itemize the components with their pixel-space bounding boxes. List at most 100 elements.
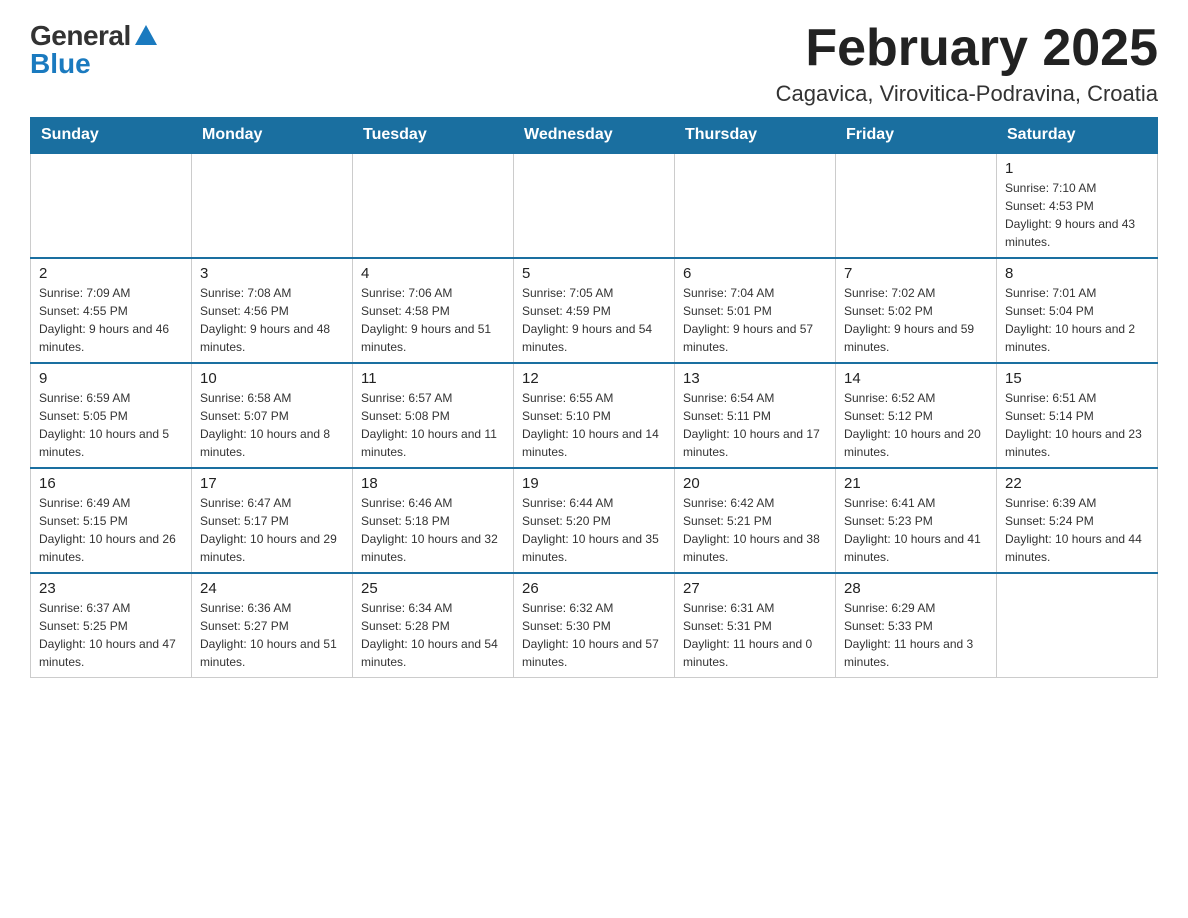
weekday-header-saturday: Saturday <box>997 118 1158 154</box>
page-header: General Blue February 2025 Cagavica, Vir… <box>30 20 1158 107</box>
day-number: 15 <box>1005 370 1149 387</box>
day-info: Sunrise: 6:47 AM Sunset: 5:17 PM Dayligh… <box>200 494 344 566</box>
day-info: Sunrise: 6:59 AM Sunset: 5:05 PM Dayligh… <box>39 389 183 461</box>
calendar-cell <box>997 573 1158 678</box>
calendar-cell: 14Sunrise: 6:52 AM Sunset: 5:12 PM Dayli… <box>836 363 997 468</box>
calendar-cell: 2 Sunrise: 7:09 AM Sunset: 4:55 PM Daylig… <box>31 258 192 363</box>
day-info: Sunrise: 6:42 AM Sunset: 5:21 PM Dayligh… <box>683 494 827 566</box>
weekday-header-monday: Monday <box>192 118 353 154</box>
day-info: Sunrise: 6:36 AM Sunset: 5:27 PM Dayligh… <box>200 599 344 671</box>
calendar-cell: 4 Sunrise: 7:06 AM Sunset: 4:58 PM Daylig… <box>353 258 514 363</box>
day-info: Sunrise: 6:41 AM Sunset: 5:23 PM Dayligh… <box>844 494 988 566</box>
day-number: 16 <box>39 475 183 492</box>
calendar-cell: 21 Sunrise: 6:41 AM Sunset: 5:23 PM Dayli… <box>836 468 997 573</box>
calendar-cell: 9 Sunrise: 6:59 AM Sunset: 5:05 PM Daylig… <box>31 363 192 468</box>
calendar-cell <box>514 153 675 258</box>
day-number: 12 <box>522 370 666 387</box>
logo-blue-text: Blue <box>30 48 91 80</box>
day-info: Sunrise: 7:01 AM Sunset: 5:04 PM Dayligh… <box>1005 284 1149 356</box>
day-number: 18 <box>361 475 505 492</box>
day-info: Sunrise: 6:31 AM Sunset: 5:31 PM Dayligh… <box>683 599 827 671</box>
day-info: Sunrise: 7:05 AM Sunset: 4:59 PM Dayligh… <box>522 284 666 356</box>
day-number: 2 <box>39 265 183 282</box>
calendar-week-row: 23 Sunrise: 6:37 AM Sunset: 5:25 PM Dayli… <box>31 573 1158 678</box>
day-number: 28 <box>844 580 988 597</box>
calendar-cell: 18 Sunrise: 6:46 AM Sunset: 5:18 PM Dayli… <box>353 468 514 573</box>
calendar-cell: 24 Sunrise: 6:36 AM Sunset: 5:27 PM Dayli… <box>192 573 353 678</box>
calendar-cell: 1 Sunrise: 7:10 AM Sunset: 4:53 PM Daylig… <box>997 153 1158 258</box>
calendar-cell: 7Sunrise: 7:02 AM Sunset: 5:02 PM Daylig… <box>836 258 997 363</box>
calendar-week-row: 9 Sunrise: 6:59 AM Sunset: 5:05 PM Daylig… <box>31 363 1158 468</box>
day-number: 20 <box>683 475 827 492</box>
day-info: Sunrise: 6:55 AM Sunset: 5:10 PM Dayligh… <box>522 389 666 461</box>
day-number: 21 <box>844 475 988 492</box>
calendar-cell: 16 Sunrise: 6:49 AM Sunset: 5:15 PM Dayli… <box>31 468 192 573</box>
day-number: 26 <box>522 580 666 597</box>
day-info: Sunrise: 7:08 AM Sunset: 4:56 PM Dayligh… <box>200 284 344 356</box>
day-number: 8 <box>1005 265 1149 282</box>
day-info: Sunrise: 7:09 AM Sunset: 4:55 PM Dayligh… <box>39 284 183 356</box>
weekday-header-sunday: Sunday <box>31 118 192 154</box>
day-info: Sunrise: 6:49 AM Sunset: 5:15 PM Dayligh… <box>39 494 183 566</box>
day-info: Sunrise: 6:57 AM Sunset: 5:08 PM Dayligh… <box>361 389 505 461</box>
day-number: 13 <box>683 370 827 387</box>
weekday-header-row: SundayMondayTuesdayWednesdayThursdayFrid… <box>31 118 1158 154</box>
title-block: February 2025 Cagavica, Virovitica-Podra… <box>776 20 1158 107</box>
day-info: Sunrise: 6:39 AM Sunset: 5:24 PM Dayligh… <box>1005 494 1149 566</box>
day-info: Sunrise: 6:58 AM Sunset: 5:07 PM Dayligh… <box>200 389 344 461</box>
day-info: Sunrise: 7:06 AM Sunset: 4:58 PM Dayligh… <box>361 284 505 356</box>
weekday-header-thursday: Thursday <box>675 118 836 154</box>
day-info: Sunrise: 6:37 AM Sunset: 5:25 PM Dayligh… <box>39 599 183 671</box>
calendar-cell: 12 Sunrise: 6:55 AM Sunset: 5:10 PM Dayli… <box>514 363 675 468</box>
location-subtitle: Cagavica, Virovitica-Podravina, Croatia <box>776 81 1158 107</box>
calendar-cell <box>353 153 514 258</box>
day-number: 5 <box>522 265 666 282</box>
calendar-cell <box>675 153 836 258</box>
day-info: Sunrise: 6:34 AM Sunset: 5:28 PM Dayligh… <box>361 599 505 671</box>
calendar-cell: 13 Sunrise: 6:54 AM Sunset: 5:11 PM Dayli… <box>675 363 836 468</box>
day-number: 10 <box>200 370 344 387</box>
month-year-title: February 2025 <box>776 20 1158 77</box>
day-number: 7 <box>844 265 988 282</box>
day-number: 9 <box>39 370 183 387</box>
calendar-cell: 11Sunrise: 6:57 AM Sunset: 5:08 PM Dayli… <box>353 363 514 468</box>
calendar-cell: 15 Sunrise: 6:51 AM Sunset: 5:14 PM Dayli… <box>997 363 1158 468</box>
calendar-cell: 19Sunrise: 6:44 AM Sunset: 5:20 PM Dayli… <box>514 468 675 573</box>
day-number: 23 <box>39 580 183 597</box>
day-info: Sunrise: 7:10 AM Sunset: 4:53 PM Dayligh… <box>1005 179 1149 251</box>
day-number: 24 <box>200 580 344 597</box>
day-info: Sunrise: 6:29 AM Sunset: 5:33 PM Dayligh… <box>844 599 988 671</box>
calendar-cell: 8 Sunrise: 7:01 AM Sunset: 5:04 PM Daylig… <box>997 258 1158 363</box>
calendar-cell: 10 Sunrise: 6:58 AM Sunset: 5:07 PM Dayli… <box>192 363 353 468</box>
day-info: Sunrise: 6:51 AM Sunset: 5:14 PM Dayligh… <box>1005 389 1149 461</box>
calendar-week-row: 16 Sunrise: 6:49 AM Sunset: 5:15 PM Dayli… <box>31 468 1158 573</box>
weekday-header-wednesday: Wednesday <box>514 118 675 154</box>
calendar-cell: 25 Sunrise: 6:34 AM Sunset: 5:28 PM Dayli… <box>353 573 514 678</box>
weekday-header-tuesday: Tuesday <box>353 118 514 154</box>
calendar-cell <box>192 153 353 258</box>
logo: General Blue <box>30 20 157 80</box>
day-number: 4 <box>361 265 505 282</box>
calendar-cell: 5 Sunrise: 7:05 AM Sunset: 4:59 PM Daylig… <box>514 258 675 363</box>
day-number: 19 <box>522 475 666 492</box>
calendar-cell: 6Sunrise: 7:04 AM Sunset: 5:01 PM Daylig… <box>675 258 836 363</box>
calendar-cell <box>836 153 997 258</box>
day-info: Sunrise: 6:52 AM Sunset: 5:12 PM Dayligh… <box>844 389 988 461</box>
day-info: Sunrise: 6:54 AM Sunset: 5:11 PM Dayligh… <box>683 389 827 461</box>
calendar-cell <box>31 153 192 258</box>
calendar-cell: 26 Sunrise: 6:32 AM Sunset: 5:30 PM Dayli… <box>514 573 675 678</box>
weekday-header-friday: Friday <box>836 118 997 154</box>
day-number: 22 <box>1005 475 1149 492</box>
day-number: 3 <box>200 265 344 282</box>
day-number: 25 <box>361 580 505 597</box>
calendar-cell: 17 Sunrise: 6:47 AM Sunset: 5:17 PM Dayli… <box>192 468 353 573</box>
calendar-cell: 28 Sunrise: 6:29 AM Sunset: 5:33 PM Dayli… <box>836 573 997 678</box>
day-info: Sunrise: 7:04 AM Sunset: 5:01 PM Dayligh… <box>683 284 827 356</box>
day-number: 17 <box>200 475 344 492</box>
calendar-cell: 22 Sunrise: 6:39 AM Sunset: 5:24 PM Dayli… <box>997 468 1158 573</box>
calendar-cell: 3 Sunrise: 7:08 AM Sunset: 4:56 PM Daylig… <box>192 258 353 363</box>
day-number: 1 <box>1005 160 1149 177</box>
day-info: Sunrise: 6:32 AM Sunset: 5:30 PM Dayligh… <box>522 599 666 671</box>
calendar-cell: 27Sunrise: 6:31 AM Sunset: 5:31 PM Dayli… <box>675 573 836 678</box>
day-info: Sunrise: 6:46 AM Sunset: 5:18 PM Dayligh… <box>361 494 505 566</box>
